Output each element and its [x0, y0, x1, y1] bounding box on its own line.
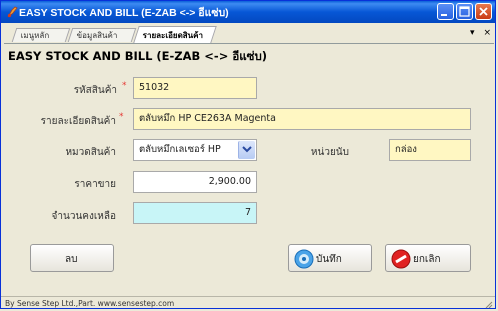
category-label: หมวดสินค้า	[65, 147, 116, 158]
tab-product-data-label: ข้อมูลสินค้า	[76, 31, 118, 40]
save-button[interactable]: บันทึก	[288, 244, 372, 272]
maximize-button[interactable]	[456, 3, 473, 20]
stock-label: จำนวนคงเหลือ	[51, 211, 116, 222]
page-heading: EASY STOCK AND BILL (E-ZAB <-> อีแซ่บ)	[8, 49, 268, 63]
tab-close-icon[interactable]: ×	[483, 28, 491, 38]
delete-button-label: ลบ	[65, 254, 78, 265]
price-label: ราคาขาย	[74, 179, 116, 190]
tab-product-detail[interactable]: รายละเอียดสินค้า	[133, 26, 217, 43]
product-code-label: รหัสสินค้า	[59, 83, 117, 98]
required-mark: *	[119, 112, 124, 122]
unit-input[interactable]: กล่อง	[389, 139, 471, 161]
tab-controls: ▾ ×	[464, 28, 491, 38]
app-window: EASY STOCK AND BILL (E-ZAB <-> อีแซ่บ) เ…	[0, 0, 496, 309]
product-code-label-text: รหัสสินค้า	[73, 85, 117, 96]
title-bar[interactable]: EASY STOCK AND BILL (E-ZAB <-> อีแซ่บ)	[1, 1, 495, 23]
cancel-button[interactable]: ยกเลิก	[385, 244, 471, 272]
cancel-button-label: ยกเลิก	[413, 254, 441, 265]
status-text: By Sense Step Ltd.,Part. www.sensestep.c…	[5, 299, 175, 308]
stock-quantity-field: 7	[133, 202, 257, 224]
category-select-value: ตลับหมึกเลเซอร์ HP	[139, 144, 221, 155]
tab-main-menu-label: เมนูหลัก	[20, 31, 50, 40]
window-title: EASY STOCK AND BILL (E-ZAB <-> อีแซ่บ)	[19, 7, 229, 19]
save-icon	[294, 249, 314, 269]
product-code-input[interactable]: 51032	[133, 77, 257, 99]
product-desc-label-text: รายละเอียดสินค้า	[40, 116, 116, 127]
product-desc-input[interactable]: ตลับหมึก HP CE263A Magenta	[133, 108, 471, 130]
tab-main-menu[interactable]: เมนูหลัก	[11, 28, 71, 42]
minimize-button[interactable]	[437, 3, 454, 20]
chevron-down-icon	[242, 146, 252, 153]
tab-product-detail-label: รายละเอียดสินค้า	[142, 31, 203, 40]
required-mark: *	[122, 81, 127, 91]
product-desc-label: รายละเอียดสินค้า	[21, 114, 116, 129]
minimize-icon	[441, 14, 447, 16]
status-bar: By Sense Step Ltd.,Part. www.sensestep.c…	[1, 296, 495, 310]
close-icon	[479, 7, 488, 16]
resize-grip-icon[interactable]	[484, 300, 493, 309]
category-select[interactable]: ตลับหมึกเลเซอร์ HP	[133, 139, 257, 161]
tab-strip: เมนูหลัก ข้อมูลสินค้า รายละเอียดสินค้า ▾…	[4, 25, 494, 44]
delete-button[interactable]: ลบ	[30, 244, 114, 272]
category-dropdown-button[interactable]	[238, 141, 255, 159]
cancel-icon	[391, 249, 411, 269]
price-input[interactable]: 2,900.00	[133, 171, 257, 193]
maximize-icon	[459, 6, 470, 17]
tab-dropdown-icon[interactable]: ▾	[470, 28, 475, 38]
tab-product-data[interactable]: ข้อมูลสินค้า	[67, 28, 137, 42]
unit-label: หน่วยนับ	[310, 147, 349, 158]
close-button[interactable]	[475, 3, 492, 20]
save-button-label: บันทึก	[316, 254, 342, 265]
app-icon	[7, 6, 18, 18]
